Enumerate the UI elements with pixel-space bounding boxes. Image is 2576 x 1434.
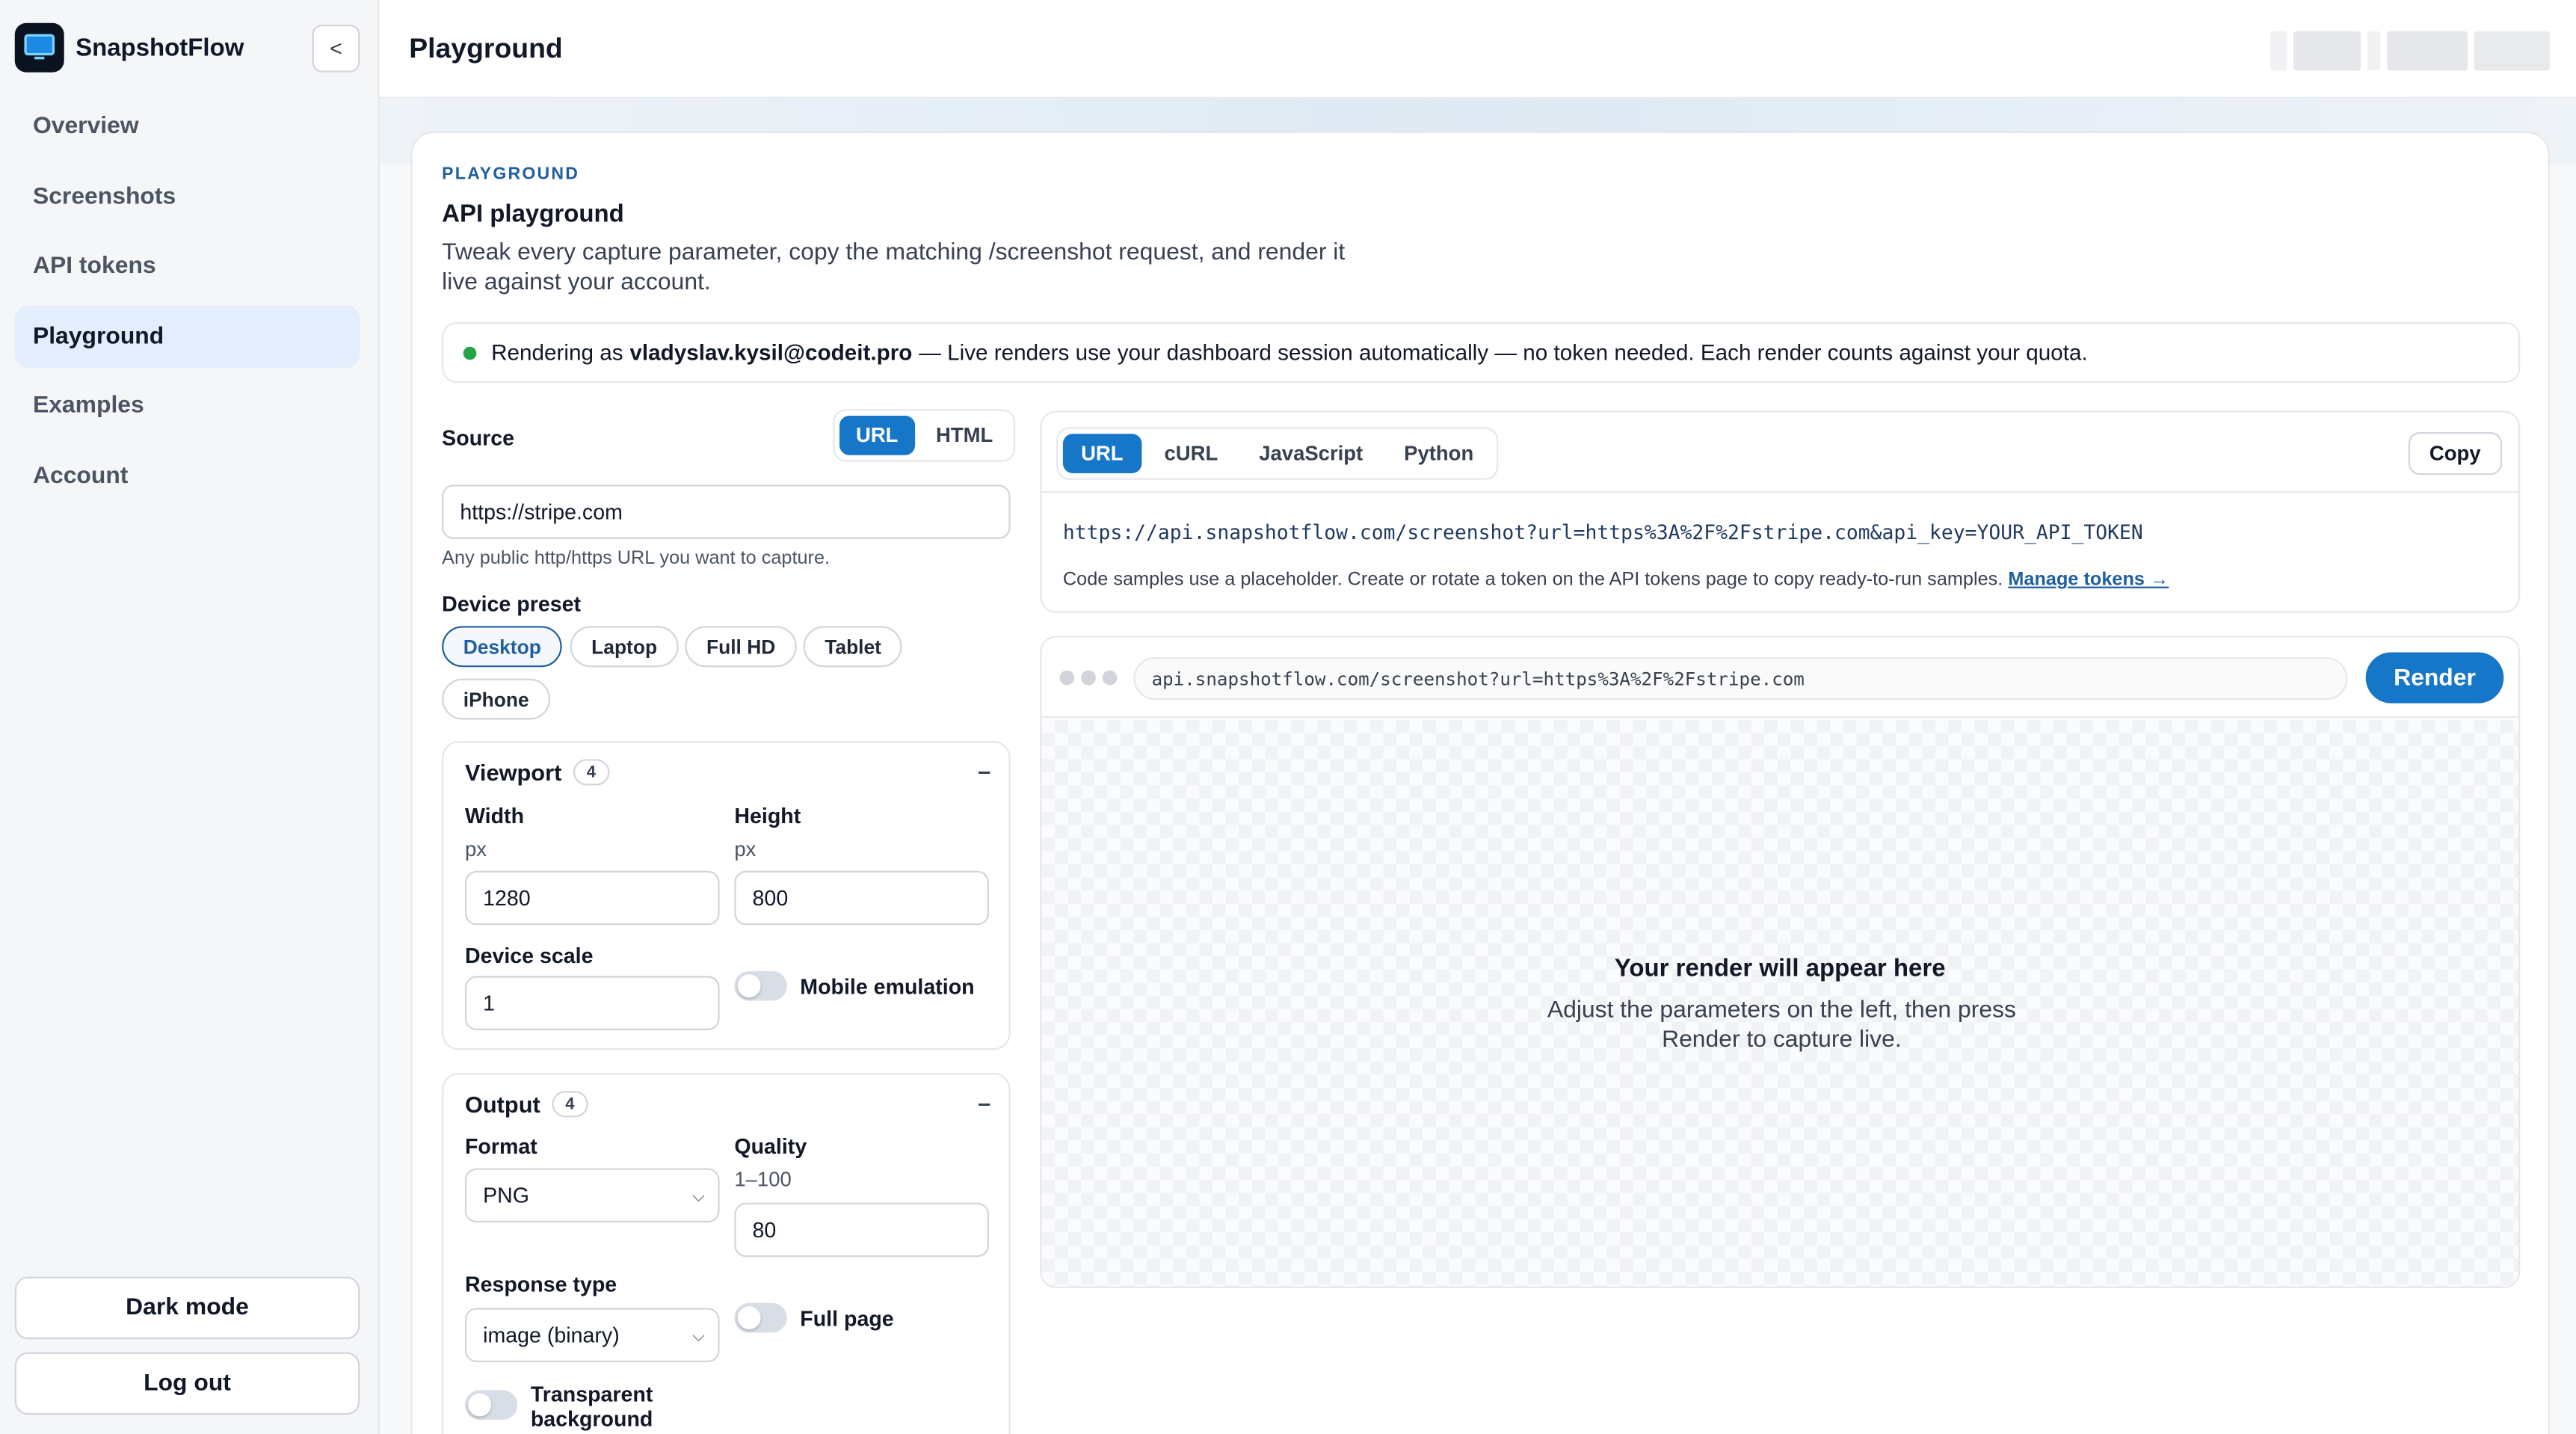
full-page-toggle[interactable] [734, 1302, 787, 1333]
code-samples-card: URL cURL JavaScript Python Copy https://… [1040, 410, 2521, 613]
sidebar-item-overview[interactable]: Overview [15, 95, 360, 158]
copy-button[interactable]: Copy [2408, 431, 2503, 476]
status-email: vladyslav.kysil@codeit.pro [629, 339, 913, 365]
tab-python[interactable]: Python [1386, 434, 1491, 473]
viewport-count-badge: 4 [573, 759, 610, 786]
sidebar-nav: Overview Screenshots API tokens Playgrou… [14, 95, 360, 514]
transparent-label-line1: Transparent [530, 1382, 653, 1407]
empty-state-description: Adjust the parameters on the left, then … [1547, 997, 2016, 1053]
device-scale-input[interactable]: 1 [464, 976, 720, 1030]
card-title: API playground [442, 200, 624, 229]
format-label: Format [464, 1133, 537, 1159]
width-label: Width [464, 803, 525, 828]
dark-mode-button[interactable]: Dark mode [14, 1276, 360, 1340]
sidebar-item-account[interactable]: Account [15, 444, 360, 507]
mobile-emulation-label: Mobile emulation [800, 974, 975, 1000]
chevron-down-icon: ⌵ [692, 1187, 705, 1207]
output-panel: Output 4 – Format PNG ⌵ Quality 1–100 80… [442, 1073, 1011, 1434]
preset-iphone[interactable]: iPhone [442, 678, 551, 720]
height-unit: px [734, 837, 757, 861]
card-description: Tweak every capture parameter, copy the … [442, 239, 1346, 296]
status-prefix: Rendering as [491, 339, 623, 365]
height-label: Height [734, 803, 801, 828]
viewport-panel: Viewport 4 – Width px 1280 Height px 800… [442, 741, 1011, 1050]
tab-url[interactable]: URL [1062, 434, 1141, 473]
preview-address-bar: api.snapshotflow.com/screenshot?url=http… [1133, 657, 2348, 701]
height-input[interactable]: 800 [734, 870, 990, 926]
transparent-background-toggle[interactable] [464, 1390, 518, 1420]
preset-laptop[interactable]: Laptop [570, 626, 679, 668]
divider [1041, 491, 2519, 493]
code-language-tabs: URL cURL JavaScript Python [1056, 427, 1499, 480]
width-input[interactable]: 1280 [464, 870, 720, 926]
app-root: SnapshotFlow < Overview Screenshots API … [0, 0, 2576, 1434]
viewport-title: Viewport [464, 759, 562, 786]
render-preview: api.snapshotflow.com/screenshot?url=http… [1040, 636, 2521, 1288]
tab-curl[interactable]: cURL [1146, 434, 1236, 473]
page-title: Playground [409, 32, 563, 64]
source-label: Source [442, 425, 515, 451]
collapse-output-icon[interactable]: – [978, 1089, 990, 1115]
brand-name: SnapshotFlow [76, 34, 244, 62]
collapse-sidebar-button[interactable]: < [312, 24, 360, 73]
user-menu-redacted[interactable] [2270, 31, 2550, 71]
top-header: Playground [379, 0, 2576, 99]
sidebar-item-examples[interactable]: Examples [15, 375, 360, 437]
format-value: PNG [483, 1183, 530, 1208]
width-unit: px [464, 837, 487, 861]
request-url-code: https://api.snapshotflow.com/screenshot?… [1062, 520, 2143, 544]
collapse-viewport-icon[interactable]: – [978, 757, 990, 784]
quality-range: 1–100 [734, 1168, 792, 1192]
quality-input[interactable]: 80 [734, 1202, 990, 1258]
logout-button[interactable]: Log out [14, 1352, 360, 1415]
window-dot-icon [1059, 670, 1075, 686]
status-suffix: — Live renders use your dashboard sessio… [919, 339, 2088, 365]
status-dot-icon [463, 345, 477, 360]
code-note-text: Code samples use a placeholder. Create o… [1062, 570, 2003, 590]
manage-tokens-link[interactable]: Manage tokens → [2008, 570, 2169, 590]
full-page-label: Full page [800, 1306, 894, 1332]
quality-label: Quality [734, 1133, 807, 1159]
output-title: Output [464, 1091, 540, 1118]
preset-full-hd[interactable]: Full HD [685, 626, 797, 668]
render-button[interactable]: Render [2365, 652, 2504, 704]
session-status-bar: Rendering as vladyslav.kysil@codeit.pro … [442, 321, 2521, 384]
preset-tablet[interactable]: Tablet [803, 626, 903, 668]
transparent-background-label: Transparent background [531, 1382, 653, 1431]
viewport-header[interactable]: Viewport 4 [464, 759, 610, 786]
preview-canvas: Your render will appear here Adjust the … [1041, 719, 2519, 1287]
brand[interactable]: SnapshotFlow [14, 22, 244, 73]
response-type-value: image (binary) [483, 1323, 620, 1348]
window-dot-icon [1081, 670, 1096, 686]
device-scale-label: Device scale [464, 943, 594, 968]
section-eyebrow: PLAYGROUND [442, 164, 580, 185]
preset-desktop[interactable]: Desktop [442, 626, 563, 668]
sidebar-item-api-tokens[interactable]: API tokens [15, 235, 360, 298]
sidebar: SnapshotFlow < Overview Screenshots API … [0, 0, 380, 1434]
response-type-label: Response type [464, 1272, 617, 1296]
tab-javascript[interactable]: JavaScript [1241, 434, 1381, 473]
source-mode-toggle: URL HTML [833, 409, 1017, 462]
response-type-select[interactable]: image (binary) ⌵ [464, 1308, 720, 1362]
sidebar-item-screenshots[interactable]: Screenshots [15, 165, 360, 228]
playground-card: PLAYGROUND API playground Tweak every ca… [410, 131, 2550, 1434]
output-count-badge: 4 [552, 1091, 588, 1118]
source-mode-url[interactable]: URL [839, 416, 915, 455]
device-preset-label: Device preset [442, 591, 582, 617]
window-dot-icon [1102, 670, 1118, 686]
code-note: Code samples use a placeholder. Create o… [1063, 570, 2169, 590]
monitor-icon [14, 22, 64, 73]
source-url-input[interactable]: https://stripe.com [442, 484, 1011, 539]
sidebar-item-playground[interactable]: Playground [14, 304, 360, 368]
source-mode-html[interactable]: HTML [919, 416, 1009, 455]
preview-browser-bar: api.snapshotflow.com/screenshot?url=http… [1041, 637, 2519, 718]
format-select[interactable]: PNG ⌵ [464, 1168, 720, 1223]
transparent-label-line2: background [530, 1406, 653, 1432]
chevron-down-icon: ⌵ [692, 1327, 705, 1346]
mobile-emulation-toggle[interactable] [734, 970, 787, 1001]
output-header[interactable]: Output 4 [464, 1091, 588, 1118]
empty-state-title: Your render will appear here [1614, 954, 1946, 983]
source-hint: Any public http/https URL you want to ca… [442, 549, 831, 569]
